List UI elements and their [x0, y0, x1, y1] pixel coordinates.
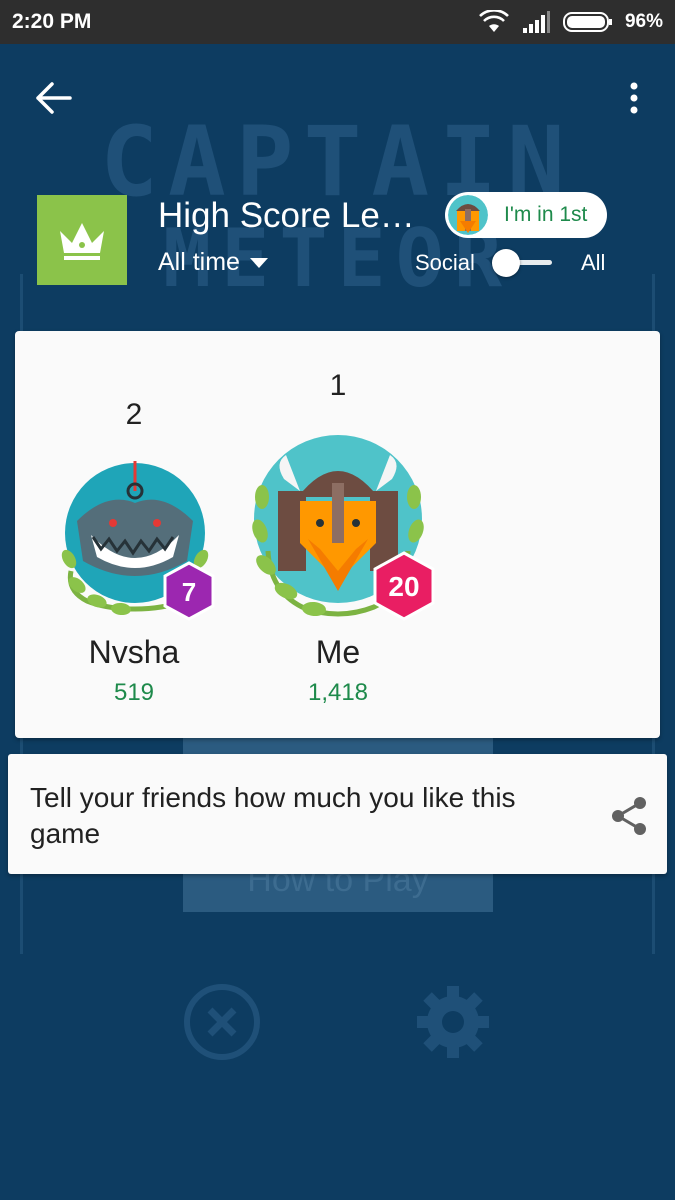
time-filter-dropdown[interactable]: All time [158, 248, 268, 277]
back-arrow-icon[interactable] [30, 78, 76, 118]
status-bar: 2:20 PM 96% [0, 0, 675, 44]
player-rank: 1 [329, 369, 347, 402]
dropdown-caret-icon [249, 257, 268, 268]
toggle-social-label[interactable]: Social [415, 250, 475, 276]
crown-icon [60, 223, 104, 260]
player-name: Nvsha [88, 634, 180, 670]
status-icons: 96% [479, 8, 663, 36]
close-circle-icon [184, 984, 260, 1060]
player-score: 519 [113, 679, 155, 706]
share-prompt-text: Tell your friends how much you like this… [30, 782, 516, 849]
settings-gear-icon [417, 986, 489, 1058]
level-badge: 7 [163, 561, 215, 621]
level-number: 7 [182, 577, 196, 607]
time-filter-label: All time [158, 248, 240, 276]
level-number: 20 [388, 571, 419, 602]
player-score: 1,418 [307, 679, 369, 706]
leaderboard-crown-badge [37, 195, 127, 285]
social-all-toggle[interactable] [490, 248, 554, 278]
level-badge: 20 [373, 551, 435, 621]
status-time: 2:20 PM [12, 10, 92, 33]
share-icon[interactable] [608, 794, 652, 838]
wifi-icon [479, 10, 509, 32]
leaderboard-card: 2 7 Nvsha 519 1 20 Me 1,418 [15, 331, 660, 738]
signal-icon [522, 11, 550, 33]
more-options-icon[interactable] [620, 78, 648, 118]
leaderboard-title: High Score Le… [158, 196, 415, 235]
player-name: Me [315, 634, 361, 670]
my-rank-text: I'm in 1st [504, 203, 588, 226]
player-rank: 2 [125, 398, 143, 431]
battery-percent: 96% [624, 11, 663, 32]
leaderboard-entry[interactable]: 1 20 Me 1,418 [228, 331, 448, 738]
share-card[interactable]: Tell your friends how much you like this… [8, 754, 667, 874]
battery-icon [562, 12, 612, 32]
toggle-all-label[interactable]: All [581, 250, 605, 276]
toggle-thumb[interactable] [492, 249, 520, 277]
my-rank-pill[interactable]: I'm in 1st [445, 192, 607, 238]
leaderboard-entry[interactable]: 2 7 Nvsha 519 [42, 331, 226, 738]
viking-avatar-icon [448, 195, 488, 235]
